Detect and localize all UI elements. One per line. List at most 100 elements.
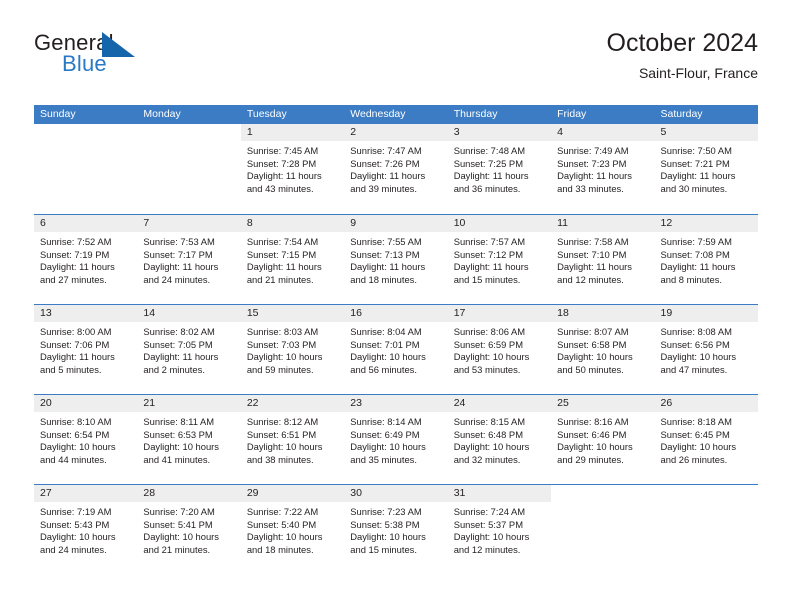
sunrise-text: Sunrise: 7:23 AM — [350, 506, 422, 517]
sunrise-text: Sunrise: 7:20 AM — [143, 506, 215, 517]
sunset-text: Sunset: 7:10 PM — [557, 248, 627, 260]
day-sun-info: Sunrise: 7:19 AM Sunset: 5:43 PM Daylight:… — [34, 502, 137, 557]
sunset-text: Sunset: 5:37 PM — [453, 518, 523, 530]
location-subtitle: Saint-Flour, France — [638, 65, 758, 81]
sunset-text: Sunset: 7:25 PM — [453, 157, 523, 169]
daylight-text: Daylight: 10 hours and 47 minutes. — [660, 351, 737, 376]
sunset-text: Sunset: 6:58 PM — [557, 338, 627, 350]
calendar-day-cell[interactable]: 29 Sunrise: 7:22 AM Sunset: 5:40 PM Dayligh… — [240, 485, 345, 574]
weekday-wednesday: Wednesday — [350, 108, 406, 120]
daylight-text: Daylight: 11 hours and 36 minutes. — [453, 170, 529, 195]
calendar-day-cell[interactable]: 14 Sunrise: 8:02 AM Sunset: 7:05 PM Dayligh… — [137, 305, 241, 394]
calendar-day-cell[interactable]: 18 Sunrise: 8:07 AM Sunset: 6:58 PM Dayligh… — [551, 305, 655, 394]
calendar-week-row: 13 Sunrise: 8:00 AM Sunset: 7:06 PM Dayligh… — [34, 304, 758, 394]
daylight-text: Daylight: 11 hours and 39 minutes. — [350, 170, 426, 195]
calendar-day-cell[interactable]: 11 Sunrise: 7:58 AM Sunset: 7:10 PM Dayligh… — [551, 215, 655, 304]
sunrise-text: Sunrise: 8:14 AM — [350, 416, 422, 427]
sunset-text: Sunset: 7:21 PM — [660, 157, 730, 169]
day-sun-info: Sunrise: 7:24 AM Sunset: 5:37 PM Daylight:… — [448, 502, 551, 557]
sunset-text: Sunset: 7:06 PM — [40, 338, 110, 350]
calendar-day-cell[interactable]: 19 Sunrise: 8:08 AM Sunset: 6:56 PM Dayligh… — [654, 305, 758, 394]
day-sun-info: Sunrise: 8:10 AM Sunset: 6:54 PM Daylight:… — [34, 412, 137, 467]
calendar-day-cell[interactable]: 7 Sunrise: 7:53 AM Sunset: 7:17 PM Daylight… — [137, 215, 241, 304]
day-sun-info: Sunrise: 8:15 AM Sunset: 6:48 PM Daylight:… — [448, 412, 551, 467]
daylight-text: Daylight: 10 hours and 44 minutes. — [40, 441, 116, 466]
daylight-text: Daylight: 10 hours and 50 minutes. — [557, 351, 633, 376]
day-sun-info: Sunrise: 7:57 AM Sunset: 7:12 PM Daylight:… — [448, 232, 551, 287]
sunrise-text: Sunrise: 7:54 AM — [246, 236, 319, 247]
logo-text-blue: Blue — [62, 51, 107, 76]
sunset-text: Sunset: 6:53 PM — [143, 428, 213, 440]
calendar-day-cell[interactable]: 17 Sunrise: 8:06 AM Sunset: 6:59 PM Dayligh… — [447, 305, 552, 394]
calendar-week-row: 6 Sunrise: 7:52 AM Sunset: 7:19 PM Daylight… — [34, 214, 758, 304]
calendar-day-cell[interactable]: 16 Sunrise: 8:04 AM Sunset: 7:01 PM Dayligh… — [344, 305, 448, 394]
day-sun-info: Sunrise: 8:07 AM Sunset: 6:58 PM Daylight:… — [551, 322, 654, 377]
sunset-text: Sunset: 6:56 PM — [660, 338, 730, 350]
day-number: 5 — [654, 124, 758, 141]
daylight-text: Daylight: 11 hours and 18 minutes. — [350, 261, 426, 286]
calendar-day-cell[interactable]: 26 Sunrise: 8:18 AM Sunset: 6:45 PM Dayligh… — [654, 395, 758, 484]
day-number: 21 — [137, 395, 241, 412]
day-number: 23 — [344, 395, 448, 412]
sunset-text: Sunset: 7:08 PM — [660, 248, 730, 260]
day-number: 20 — [34, 395, 138, 412]
sunrise-text: Sunrise: 7:45 AM — [246, 145, 319, 156]
calendar-day-cell[interactable]: 6 Sunrise: 7:52 AM Sunset: 7:19 PM Daylight… — [34, 215, 138, 304]
sunset-text: Sunset: 7:13 PM — [350, 248, 420, 260]
daylight-text: Daylight: 11 hours and 24 minutes. — [143, 261, 219, 286]
day-sun-info: Sunrise: 7:52 AM Sunset: 7:19 PM Daylight:… — [34, 232, 137, 287]
calendar-day-cell[interactable]: 4 Sunrise: 7:49 AM Sunset: 7:23 PM Daylight… — [551, 124, 655, 214]
calendar-day-cell[interactable]: 13 Sunrise: 8:00 AM Sunset: 7:06 PM Dayligh… — [34, 305, 138, 394]
sunrise-text: Sunrise: 7:59 AM — [660, 236, 732, 247]
daylight-text: Daylight: 10 hours and 12 minutes. — [453, 531, 530, 556]
calendar-day-cell[interactable]: 15 Sunrise: 8:03 AM Sunset: 7:03 PM Dayligh… — [240, 305, 345, 394]
day-sun-info: Sunrise: 7:50 AM Sunset: 7:21 PM Daylight:… — [655, 141, 758, 196]
daylight-text: Daylight: 11 hours and 5 minutes. — [40, 351, 115, 376]
calendar-day-cell[interactable]: 28 Sunrise: 7:20 AM Sunset: 5:41 PM Dayligh… — [137, 485, 241, 574]
calendar-day-cell[interactable]: 9 Sunrise: 7:55 AM Sunset: 7:13 PM Daylight… — [344, 215, 448, 304]
general-blue-logo[interactable]: General Blue — [34, 28, 184, 86]
day-sun-info: Sunrise: 8:06 AM Sunset: 6:59 PM Daylight:… — [448, 322, 551, 377]
daylight-text: Daylight: 10 hours and 24 minutes. — [40, 531, 116, 556]
calendar-day-cell[interactable]: 31 Sunrise: 7:24 AM Sunset: 5:37 PM Dayligh… — [447, 485, 552, 574]
sunrise-text: Sunrise: 7:52 AM — [40, 236, 112, 247]
calendar-day-cell[interactable]: 12 Sunrise: 7:59 AM Sunset: 7:08 PM Dayligh… — [654, 215, 758, 304]
calendar-day-cell[interactable]: 25 Sunrise: 8:16 AM Sunset: 6:46 PM Dayligh… — [551, 395, 655, 484]
day-sun-info: Sunrise: 7:23 AM Sunset: 5:38 PM Daylight:… — [344, 502, 447, 557]
calendar-day-cell[interactable]: 10 Sunrise: 7:57 AM Sunset: 7:12 PM Dayligh… — [447, 215, 552, 304]
calendar-day-cell[interactable]: 2 Sunrise: 7:47 AM Sunset: 7:26 PM Daylight… — [344, 124, 448, 214]
day-number: 3 — [447, 124, 552, 141]
day-sun-info: Sunrise: 8:00 AM Sunset: 7:06 PM Daylight:… — [34, 322, 137, 377]
calendar-day-cell[interactable]: 23 Sunrise: 8:14 AM Sunset: 6:49 PM Dayligh… — [344, 395, 448, 484]
day-number: 15 — [240, 305, 345, 322]
day-number: 10 — [447, 215, 552, 232]
calendar-day-cell[interactable]: 3 Sunrise: 7:48 AM Sunset: 7:25 PM Daylight… — [447, 124, 552, 214]
calendar-day-cell[interactable]: 30 Sunrise: 7:23 AM Sunset: 5:38 PM Dayligh… — [344, 485, 448, 574]
calendar-day-cell[interactable]: 8 Sunrise: 7:54 AM Sunset: 7:15 PM Daylight… — [240, 215, 345, 304]
page-header: General Blue October 2024 Saint-Flour, F… — [34, 28, 758, 98]
calendar-day-cell[interactable]: 5 Sunrise: 7:50 AM Sunset: 7:21 PM Daylight… — [654, 124, 758, 214]
calendar-week-row: 1 Sunrise: 7:45 AM Sunset: 7:28 PM Daylight… — [34, 124, 758, 214]
calendar-day-cell[interactable]: 21 Sunrise: 8:11 AM Sunset: 6:53 PM Dayligh… — [137, 395, 241, 484]
day-sun-info: Sunrise: 7:49 AM Sunset: 7:23 PM Daylight:… — [551, 141, 654, 196]
weekday-saturday: Saturday — [660, 108, 703, 120]
daylight-text: Daylight: 10 hours and 32 minutes. — [453, 441, 530, 466]
sunset-text: Sunset: 7:19 PM — [40, 248, 110, 260]
calendar-week-row: 27 Sunrise: 7:19 AM Sunset: 5:43 PM Dayligh… — [34, 484, 758, 574]
day-sun-info: Sunrise: 8:04 AM Sunset: 7:01 PM Daylight:… — [344, 322, 447, 377]
calendar-day-cell-empty — [137, 124, 240, 214]
calendar-day-cell[interactable]: 27 Sunrise: 7:19 AM Sunset: 5:43 PM Dayligh… — [34, 485, 138, 574]
daylight-text: Daylight: 10 hours and 38 minutes. — [246, 441, 323, 466]
daylight-text: Daylight: 11 hours and 12 minutes. — [557, 261, 632, 286]
day-sun-info: Sunrise: 7:22 AM Sunset: 5:40 PM Daylight:… — [241, 502, 344, 557]
day-sun-info: Sunrise: 8:12 AM Sunset: 6:51 PM Daylight:… — [241, 412, 344, 467]
day-sun-info: Sunrise: 8:02 AM Sunset: 7:05 PM Daylight:… — [137, 322, 240, 377]
calendar-day-cell[interactable]: 22 Sunrise: 8:12 AM Sunset: 6:51 PM Dayligh… — [240, 395, 345, 484]
calendar-day-cell[interactable]: 1 Sunrise: 7:45 AM Sunset: 7:28 PM Daylight… — [240, 124, 345, 214]
calendar-day-cell[interactable]: 20 Sunrise: 8:10 AM Sunset: 6:54 PM Dayligh… — [34, 395, 138, 484]
daylight-text: Daylight: 11 hours and 15 minutes. — [453, 261, 529, 286]
sunrise-text: Sunrise: 7:57 AM — [453, 236, 526, 247]
day-number: 4 — [551, 124, 655, 141]
calendar-day-cell[interactable]: 24 Sunrise: 8:15 AM Sunset: 6:48 PM Dayligh… — [447, 395, 552, 484]
daylight-text: Daylight: 11 hours and 43 minutes. — [246, 170, 322, 195]
